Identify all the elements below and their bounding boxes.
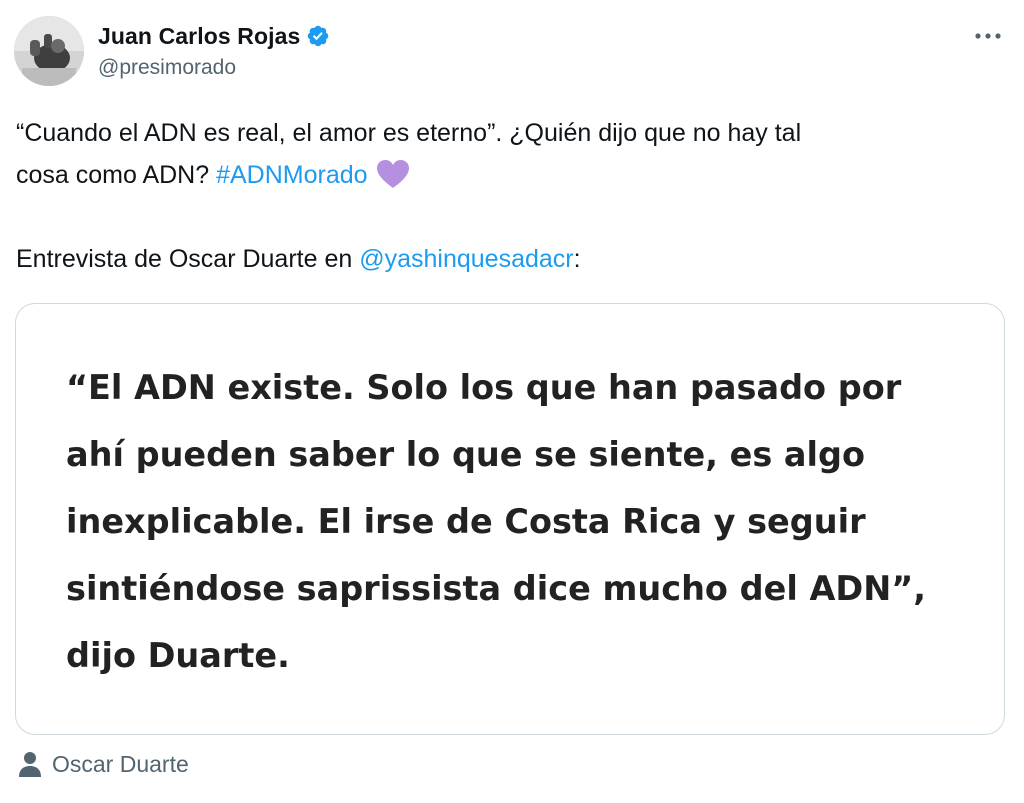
tweet-header: Juan Carlos Rojas @presimorado	[14, 14, 1010, 90]
author-handle[interactable]: @presimorado	[98, 56, 330, 80]
more-options-button[interactable]	[970, 22, 1006, 50]
purple-heart-icon	[376, 159, 410, 189]
tweet-line-3-suffix: :	[573, 245, 581, 273]
tweet-line-2-text: cosa como ADN?	[16, 161, 217, 189]
card-quote-line: sintiéndose saprissista dice mucho del A…	[66, 569, 926, 608]
tweet-line-2: cosa como ADN? #ADNMorado	[16, 154, 996, 196]
card-quote-line: ahí pueden saber lo que se siente, es al…	[66, 435, 866, 474]
author-block: Juan Carlos Rojas @presimorado	[98, 20, 330, 80]
avatar[interactable]	[14, 16, 84, 86]
author-display-name[interactable]: Juan Carlos Rojas	[98, 23, 300, 50]
verified-badge-icon	[306, 24, 330, 48]
media-credit[interactable]: Oscar Duarte	[18, 746, 189, 782]
tweet-line-3-text: Entrevista de Oscar Duarte en	[16, 245, 360, 273]
card-quote-line: dijo Duarte.	[66, 636, 290, 675]
tweet-line-3: Entrevista de Oscar Duarte en @yashinque…	[16, 238, 996, 280]
mention-link[interactable]: @yashinquesadacr	[359, 245, 573, 273]
card-quote-line: “El ADN existe. Solo los que han pasado …	[66, 368, 902, 407]
avatar-photo	[14, 16, 84, 86]
more-horizontal-icon	[975, 33, 1001, 39]
card-quote-line: inexplicable. El irse de Costa Rica y se…	[66, 502, 866, 541]
tweet-line-1-text: “Cuando el ADN es real, el amor es etern…	[16, 119, 802, 147]
display-name-row: Juan Carlos Rojas	[98, 20, 330, 52]
hashtag-link[interactable]: #ADNMorado	[216, 161, 367, 189]
person-icon	[18, 751, 42, 777]
media-card[interactable]: “El ADN existe. Solo los que han pasado …	[15, 303, 1005, 735]
media-credit-name[interactable]: Oscar Duarte	[52, 751, 189, 778]
card-quote: “El ADN existe. Solo los que han pasado …	[66, 354, 976, 689]
tweet-line-1: “Cuando el ADN es real, el amor es etern…	[16, 112, 996, 154]
tweet-text: “Cuando el ADN es real, el amor es etern…	[16, 112, 996, 280]
